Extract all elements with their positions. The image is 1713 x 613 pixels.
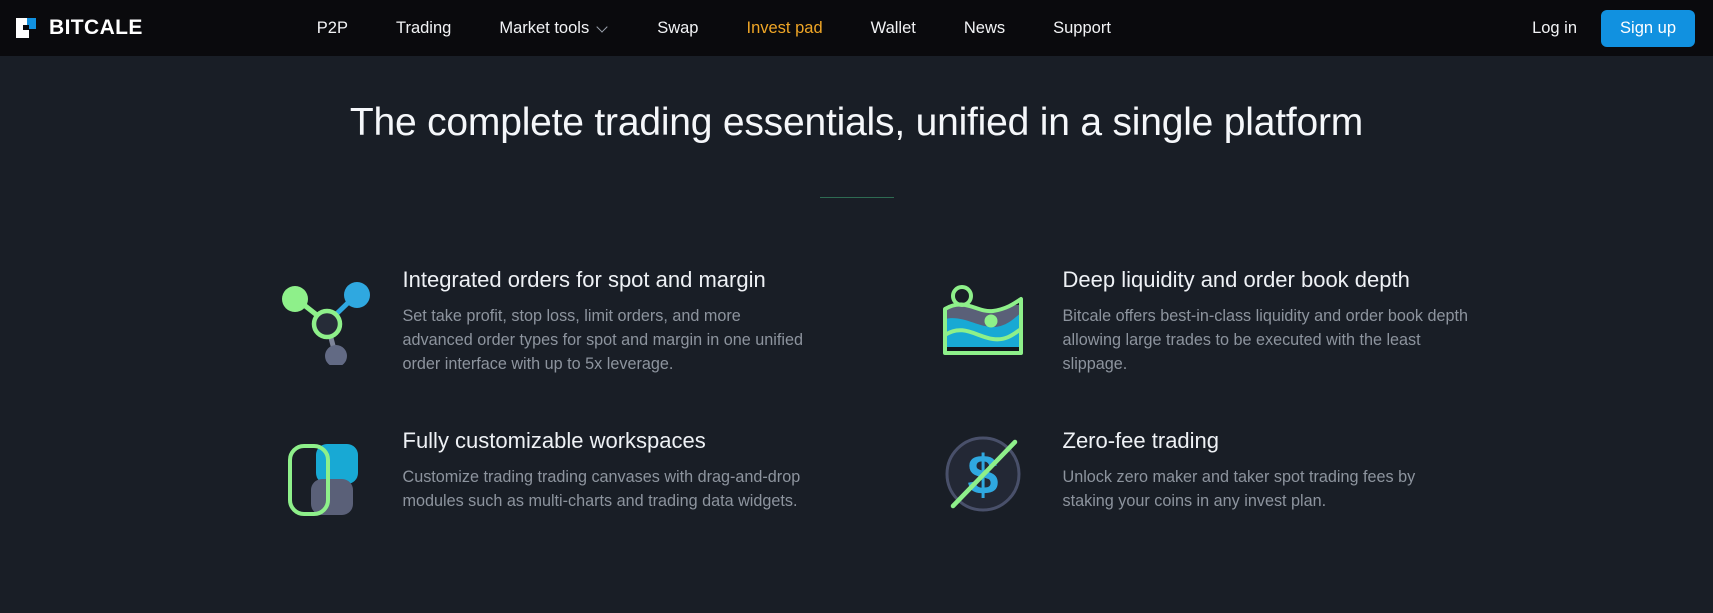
- feature-text: Fully customizable workspaces Customize …: [403, 421, 811, 514]
- feature-text: Integrated orders for spot and margin Se…: [403, 260, 811, 377]
- nav-item-invest-pad[interactable]: Invest pad: [722, 11, 846, 46]
- feature-item: $ Zero-fee trading Unlock zero maker and…: [929, 421, 1517, 527]
- nav-item-news[interactable]: News: [940, 11, 1029, 46]
- feature-description: Customize trading trading canvases with …: [402, 468, 801, 511]
- top-navigation-bar: BITCALE P2P Trading Market tools Swap In…: [0, 0, 1713, 56]
- nav-item-support[interactable]: Support: [1029, 11, 1135, 46]
- page-title: The complete trading essentials, unified…: [349, 101, 1364, 144]
- nav-item-swap[interactable]: Swap: [633, 11, 722, 46]
- login-button[interactable]: Log in: [1528, 13, 1581, 44]
- feature-text: Zero-fee trading Unlock zero maker and t…: [1063, 421, 1471, 514]
- feature-item: Fully customizable workspaces Customize …: [269, 421, 857, 527]
- nav-auth-actions: Log in Sign up: [1528, 9, 1695, 47]
- feature-title: Zero-fee trading: [1062, 427, 1220, 453]
- signup-button[interactable]: Sign up: [1601, 9, 1695, 47]
- network-nodes-icon: [269, 260, 377, 366]
- feature-title: Deep liquidity and order book depth: [1062, 266, 1410, 292]
- nav-item-label: Market tools: [499, 18, 590, 37]
- bitcale-logo-icon: [14, 16, 38, 40]
- workspace-modules-icon: [269, 421, 377, 527]
- feature-description: Bitcale offers best-in-class liquidity a…: [1062, 307, 1469, 373]
- feature-item: Integrated orders for spot and margin Se…: [269, 260, 857, 377]
- hero-section: The complete trading essentials, unified…: [0, 56, 1713, 198]
- nav-item-label: Invest pad: [746, 18, 823, 37]
- feature-description: Set take profit, stop loss, limit orders…: [402, 307, 803, 373]
- brand-logo[interactable]: BITCALE: [14, 16, 143, 40]
- nav-item-label: News: [963, 18, 1006, 37]
- feature-item: Deep liquidity and order book depth Bitc…: [929, 260, 1517, 377]
- brand-name: BITCALE: [49, 16, 143, 39]
- liquidity-waves-icon: [929, 260, 1037, 366]
- feature-description: Unlock zero maker and taker spot trading…: [1062, 468, 1416, 511]
- nav-item-label: Trading: [395, 18, 452, 37]
- nav-item-label: Wallet: [870, 18, 916, 37]
- feature-text: Deep liquidity and order book depth Bitc…: [1063, 260, 1471, 377]
- nav-item-label: Swap: [657, 18, 699, 37]
- nav-item-wallet[interactable]: Wallet: [847, 11, 940, 46]
- nav-item-p2p[interactable]: P2P: [293, 11, 372, 46]
- nav-item-label: P2P: [316, 18, 348, 37]
- nav-item-market-tools[interactable]: Market tools: [475, 11, 633, 46]
- chevron-down-icon: [598, 22, 609, 33]
- title-divider: [819, 196, 894, 198]
- nav-item-trading[interactable]: Trading: [372, 11, 475, 46]
- feature-title: Integrated orders for spot and margin: [402, 266, 766, 292]
- features-grid: Integrated orders for spot and margin Se…: [197, 260, 1517, 527]
- zero-fee-dollar-icon: $: [929, 421, 1037, 527]
- nav-item-label: Support: [1053, 18, 1111, 37]
- primary-nav-links: P2P Trading Market tools Swap Invest pad…: [293, 11, 1135, 46]
- feature-title: Fully customizable workspaces: [402, 427, 706, 453]
